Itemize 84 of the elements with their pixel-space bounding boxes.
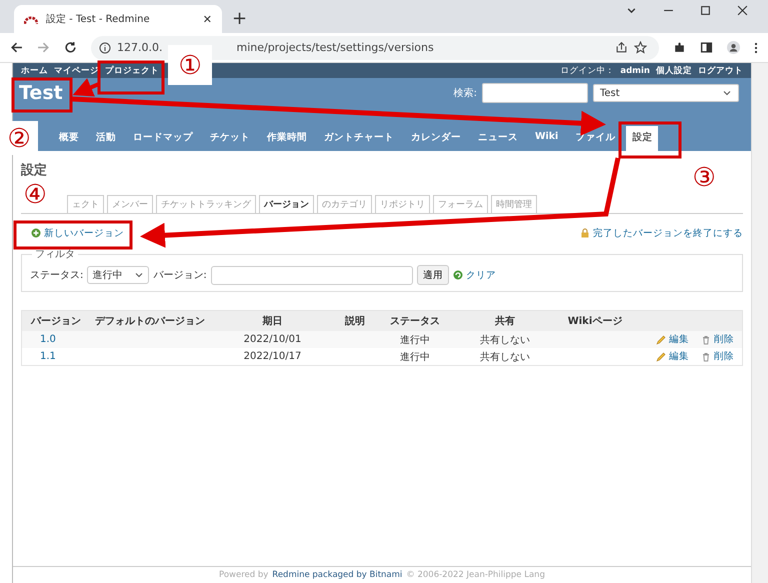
main-menu-tab[interactable]: 概要: [53, 126, 85, 151]
project-select[interactable]: Test: [593, 84, 739, 102]
footer-link[interactable]: Redmine packaged by Bitnami: [272, 570, 402, 580]
url-text: 127.0.0.: [117, 41, 162, 54]
maximize-icon[interactable]: [700, 5, 711, 16]
sidebar-icon[interactable]: [700, 41, 713, 54]
column-header: 説明: [344, 314, 366, 328]
version-label: バージョン:: [153, 269, 207, 282]
column-header: デフォルトのバージョン: [94, 315, 206, 328]
main-menu-tab[interactable]: カレンダー: [405, 126, 467, 151]
version-link[interactable]: 1.1: [40, 351, 56, 362]
main-menu-tab[interactable]: 設定: [626, 126, 658, 151]
main-menu-tab[interactable]: チケット: [204, 126, 256, 151]
column-header: Wikiページ: [566, 315, 624, 328]
table-cell-text: 進行中: [399, 334, 431, 346]
close-completed-link[interactable]: 完了したバージョンを終了にする: [580, 226, 743, 240]
menu-icon[interactable]: [754, 42, 758, 54]
add-icon: [31, 228, 41, 238]
lock-icon: [580, 228, 590, 238]
footer-text: Powered by: [219, 570, 268, 580]
main-menu-tab[interactable]: 活動: [90, 126, 122, 151]
back-icon[interactable]: [10, 41, 23, 54]
reload-icon[interactable]: [64, 41, 77, 54]
delete-link[interactable]: 削除: [701, 350, 734, 363]
highlight-box: [98, 60, 164, 94]
search-field[interactable]: [482, 83, 588, 103]
avatar-icon[interactable]: [727, 41, 740, 54]
footer-text: © 2006-2022 Jean-Philippe Lang: [406, 570, 545, 580]
main-menu-tab[interactable]: 作業時間: [261, 126, 313, 151]
step-number: ③: [692, 162, 716, 194]
column-header: ステータス: [389, 315, 441, 328]
user-link[interactable]: admin: [620, 66, 650, 76]
column-header: 期日: [262, 314, 284, 328]
info-icon: [99, 42, 111, 54]
table-cell-text: 進行中: [399, 350, 431, 364]
table-cell-text: 共有しない: [479, 334, 531, 346]
top-menu-link[interactable]: マイページ: [54, 64, 99, 76]
reload-icon: [452, 270, 463, 280]
share-icon[interactable]: [615, 41, 628, 54]
new-tab-icon[interactable]: +: [232, 8, 248, 29]
close-tab-icon[interactable]: ✕: [202, 12, 212, 26]
top-menu-link[interactable]: プロジェクト: [105, 64, 159, 76]
trash-icon: [701, 352, 711, 362]
version-link[interactable]: 1.0: [40, 334, 56, 345]
column-header: 共有: [494, 314, 516, 328]
clear-link[interactable]: クリア: [452, 268, 496, 282]
tab-title: 設定 - Test - Redmine: [46, 12, 151, 26]
apply-button[interactable]: 適用: [416, 265, 449, 285]
chevron-down-icon: [134, 270, 144, 280]
puzzle-icon[interactable]: [673, 41, 686, 54]
page-heading: 設定: [21, 162, 47, 180]
scrollbar[interactable]: [751, 63, 768, 583]
edit-link[interactable]: 編集: [656, 350, 689, 363]
top-menu-link[interactable]: ホーム: [21, 64, 48, 76]
table-cell-text: 共有しない: [479, 350, 531, 364]
status-select[interactable]: 進行中: [87, 266, 150, 284]
edit-link[interactable]: 編集: [656, 333, 689, 346]
project-title: Test: [19, 82, 63, 104]
url-text: mine/projects/test/settings/versions: [236, 41, 434, 54]
star-icon[interactable]: [634, 41, 647, 54]
account-link[interactable]: ログアウト: [698, 64, 743, 76]
table-cell-text: 2022/10/17: [242, 351, 302, 362]
chevron-down-icon: [722, 88, 732, 98]
main-menu-tab[interactable]: ガントチャート: [318, 126, 400, 151]
close-icon[interactable]: [737, 5, 748, 16]
trash-icon: [701, 334, 711, 344]
highlight-box: [12, 78, 72, 112]
version-field[interactable]: [210, 266, 413, 284]
column-header: バージョン: [30, 315, 82, 328]
redmine-logo-icon: [24, 14, 38, 24]
main-menu-tab[interactable]: ニュース: [472, 126, 524, 151]
step-number: ①: [168, 45, 212, 85]
status-label: ステータス:: [30, 269, 84, 282]
main-menu-tab[interactable]: ロードマップ: [127, 126, 199, 151]
new-version-link[interactable]: 新しいバージョン: [31, 226, 124, 240]
account-link[interactable]: 個人設定: [656, 64, 692, 76]
highlight-box: [618, 122, 682, 158]
step-number: ④: [22, 178, 48, 210]
delete-link[interactable]: 削除: [701, 333, 734, 346]
login-label: ログイン中：: [560, 64, 614, 76]
main-menu-tab[interactable]: Wiki: [529, 126, 564, 151]
table-cell-text: 2022/10/01: [242, 334, 302, 345]
settings-tab[interactable]: バージョン: [259, 195, 314, 213]
search-label: 検索:: [454, 86, 477, 100]
